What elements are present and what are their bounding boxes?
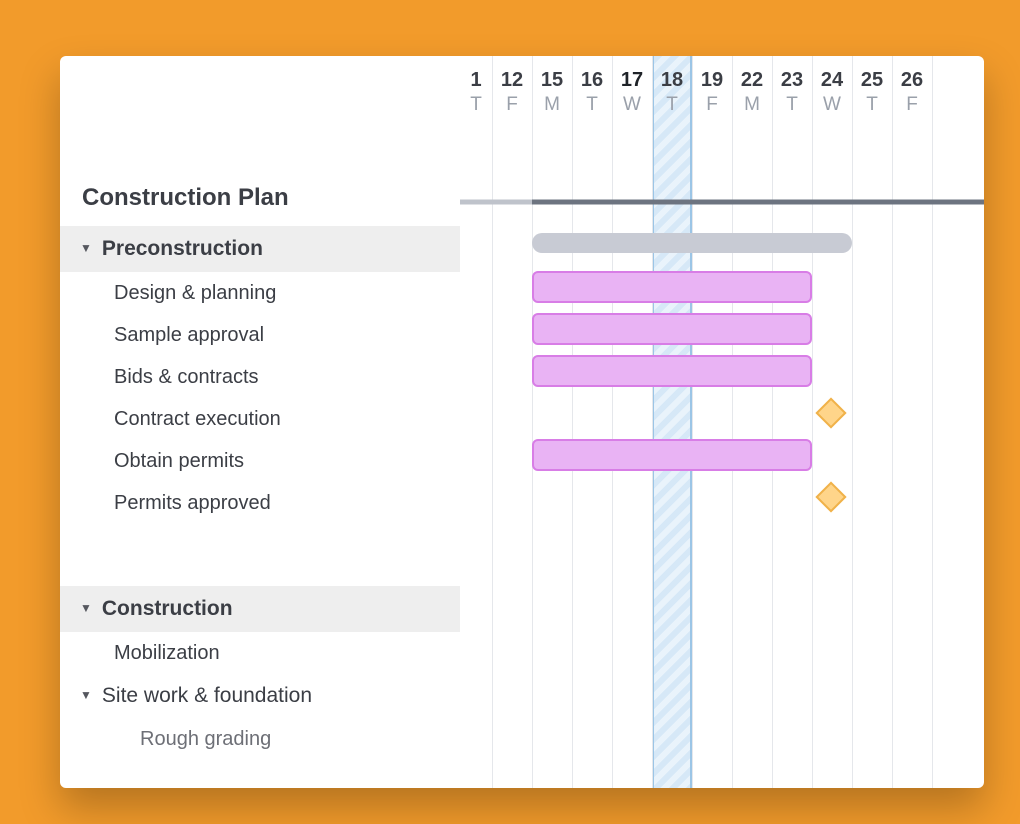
day-number: 26 bbox=[892, 68, 932, 92]
group-label: Preconstruction bbox=[102, 237, 263, 261]
day-header[interactable]: 15 M bbox=[532, 56, 572, 138]
day-number: 17 bbox=[612, 68, 652, 92]
task-bar[interactable] bbox=[532, 313, 812, 345]
day-letter: F bbox=[692, 92, 732, 119]
task-label: Design & planning bbox=[114, 282, 276, 305]
subgroup-header-sitework[interactable]: ▼ Site work & foundation bbox=[60, 674, 460, 718]
task-label: Rough grading bbox=[140, 728, 271, 751]
day-number: 22 bbox=[732, 68, 772, 92]
gantt-task-row bbox=[460, 308, 984, 350]
task-label: Mobilization bbox=[114, 642, 220, 665]
task-label: Bids & contracts bbox=[114, 366, 259, 389]
gantt-spacer bbox=[460, 518, 984, 580]
task-row[interactable]: Contract execution bbox=[60, 398, 460, 440]
task-row[interactable]: Design & planning bbox=[60, 272, 460, 314]
task-bar[interactable] bbox=[532, 271, 812, 303]
group-summary-bar[interactable] bbox=[532, 233, 852, 253]
caret-down-icon: ▼ bbox=[80, 601, 92, 615]
day-letter: T bbox=[572, 92, 612, 119]
day-letter: M bbox=[732, 92, 772, 119]
day-header[interactable]: 22 M bbox=[732, 56, 772, 138]
day-header[interactable]: 19 F bbox=[692, 56, 732, 138]
day-letter: T bbox=[772, 92, 812, 119]
gantt-subgroup-row bbox=[460, 668, 984, 712]
day-number: 12 bbox=[492, 68, 532, 92]
day-number: 24 bbox=[812, 68, 852, 92]
project-title: Construction Plan bbox=[60, 184, 460, 226]
day-header[interactable]: 12 F bbox=[492, 56, 532, 138]
gantt-body bbox=[460, 138, 984, 788]
summary-bar bbox=[532, 199, 984, 204]
summary-bar bbox=[460, 199, 532, 204]
day-letter: T bbox=[852, 92, 892, 119]
gantt-task-row bbox=[460, 350, 984, 392]
day-number: 1 bbox=[460, 68, 492, 92]
day-number: 15 bbox=[532, 68, 572, 92]
task-row[interactable]: Bids & contracts bbox=[60, 356, 460, 398]
milestone-icon[interactable] bbox=[815, 397, 846, 428]
gantt-task-row bbox=[460, 392, 984, 434]
day-letter: M bbox=[532, 92, 572, 119]
caret-down-icon: ▼ bbox=[80, 688, 92, 702]
timeline-panel[interactable]: 1 T 12 F 15 M 16 T 17 W 18 T bbox=[460, 56, 984, 788]
task-label: Sample approval bbox=[114, 324, 264, 347]
task-bar[interactable] bbox=[532, 439, 812, 471]
task-bar[interactable] bbox=[532, 355, 812, 387]
day-header[interactable]: 25 T bbox=[852, 56, 892, 138]
task-row[interactable]: Sample approval bbox=[60, 314, 460, 356]
day-header[interactable]: 26 F bbox=[892, 56, 932, 138]
task-row[interactable]: Permits approved bbox=[60, 482, 460, 524]
task-list-panel: Construction Plan ▼ Preconstruction Desi… bbox=[60, 56, 460, 788]
group-header-preconstruction[interactable]: ▼ Preconstruction bbox=[60, 226, 460, 272]
gantt-task-row bbox=[460, 266, 984, 308]
day-letter: W bbox=[612, 92, 652, 119]
day-letter: F bbox=[892, 92, 932, 119]
group-label: Construction bbox=[102, 597, 233, 621]
gantt-group-row bbox=[460, 220, 984, 266]
day-header-today[interactable]: 17 W bbox=[612, 56, 652, 138]
day-number: 25 bbox=[852, 68, 892, 92]
day-header[interactable]: 23 T bbox=[772, 56, 812, 138]
day-letter: W bbox=[812, 92, 852, 119]
caret-down-icon: ▼ bbox=[80, 241, 92, 255]
app-window: Construction Plan ▼ Preconstruction Desi… bbox=[60, 56, 984, 788]
group-header-construction[interactable]: ▼ Construction bbox=[60, 586, 460, 632]
day-number: 16 bbox=[572, 68, 612, 92]
day-header[interactable]: 18 T bbox=[652, 56, 692, 138]
day-letter: T bbox=[652, 92, 692, 119]
task-row[interactable]: Mobilization bbox=[60, 632, 460, 674]
gantt-task-row bbox=[460, 712, 984, 754]
day-header[interactable]: 24 W bbox=[812, 56, 852, 138]
gantt-task-row bbox=[460, 476, 984, 518]
spacer bbox=[60, 524, 460, 586]
task-label: Permits approved bbox=[114, 492, 271, 515]
gantt-task-row bbox=[460, 434, 984, 476]
timeline-header: 1 T 12 F 15 M 16 T 17 W 18 T bbox=[460, 56, 984, 138]
gantt-task-row bbox=[460, 626, 984, 668]
day-number: 23 bbox=[772, 68, 812, 92]
task-row[interactable]: Rough grading bbox=[60, 718, 460, 760]
task-label: Contract execution bbox=[114, 408, 281, 431]
milestone-icon[interactable] bbox=[815, 481, 846, 512]
subgroup-label: Site work & foundation bbox=[102, 684, 312, 708]
day-letter: F bbox=[492, 92, 532, 119]
day-letter: T bbox=[460, 92, 492, 119]
task-row[interactable]: Obtain permits bbox=[60, 440, 460, 482]
task-label: Obtain permits bbox=[114, 450, 244, 473]
gantt-summary-row bbox=[460, 138, 984, 220]
day-number: 19 bbox=[692, 68, 732, 92]
day-header[interactable]: 1 T bbox=[460, 56, 492, 138]
day-number: 18 bbox=[652, 68, 692, 92]
day-header[interactable]: 16 T bbox=[572, 56, 612, 138]
gantt-group-row bbox=[460, 580, 984, 626]
